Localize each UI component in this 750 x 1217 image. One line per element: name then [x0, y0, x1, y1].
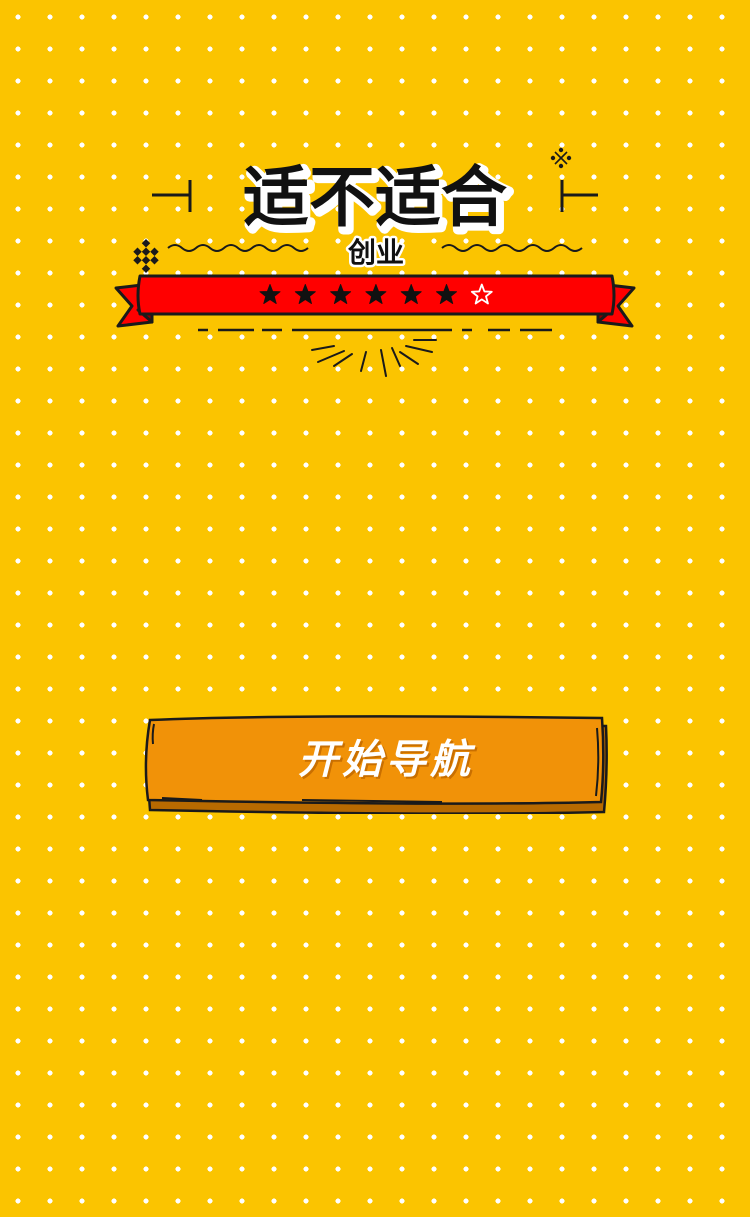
title-illustration: 适不适合 适不适合 创业 [114, 147, 636, 377]
start-navigation-label: 开始导航 [298, 737, 474, 783]
page-subtitle: 创业 [347, 236, 404, 269]
title-bracket-right [560, 180, 598, 212]
rating-ribbon [114, 274, 636, 328]
page-title: 适不适合 [243, 159, 507, 236]
start-navigation-button[interactable]: 开始导航 [142, 714, 610, 814]
title-bracket-left [152, 180, 192, 212]
wavy-line-left [167, 244, 309, 252]
wavy-line-right [441, 244, 583, 252]
sparkle-icon [550, 147, 572, 169]
burst-lines-icon [311, 339, 437, 377]
checker-pattern-icon [133, 239, 159, 273]
